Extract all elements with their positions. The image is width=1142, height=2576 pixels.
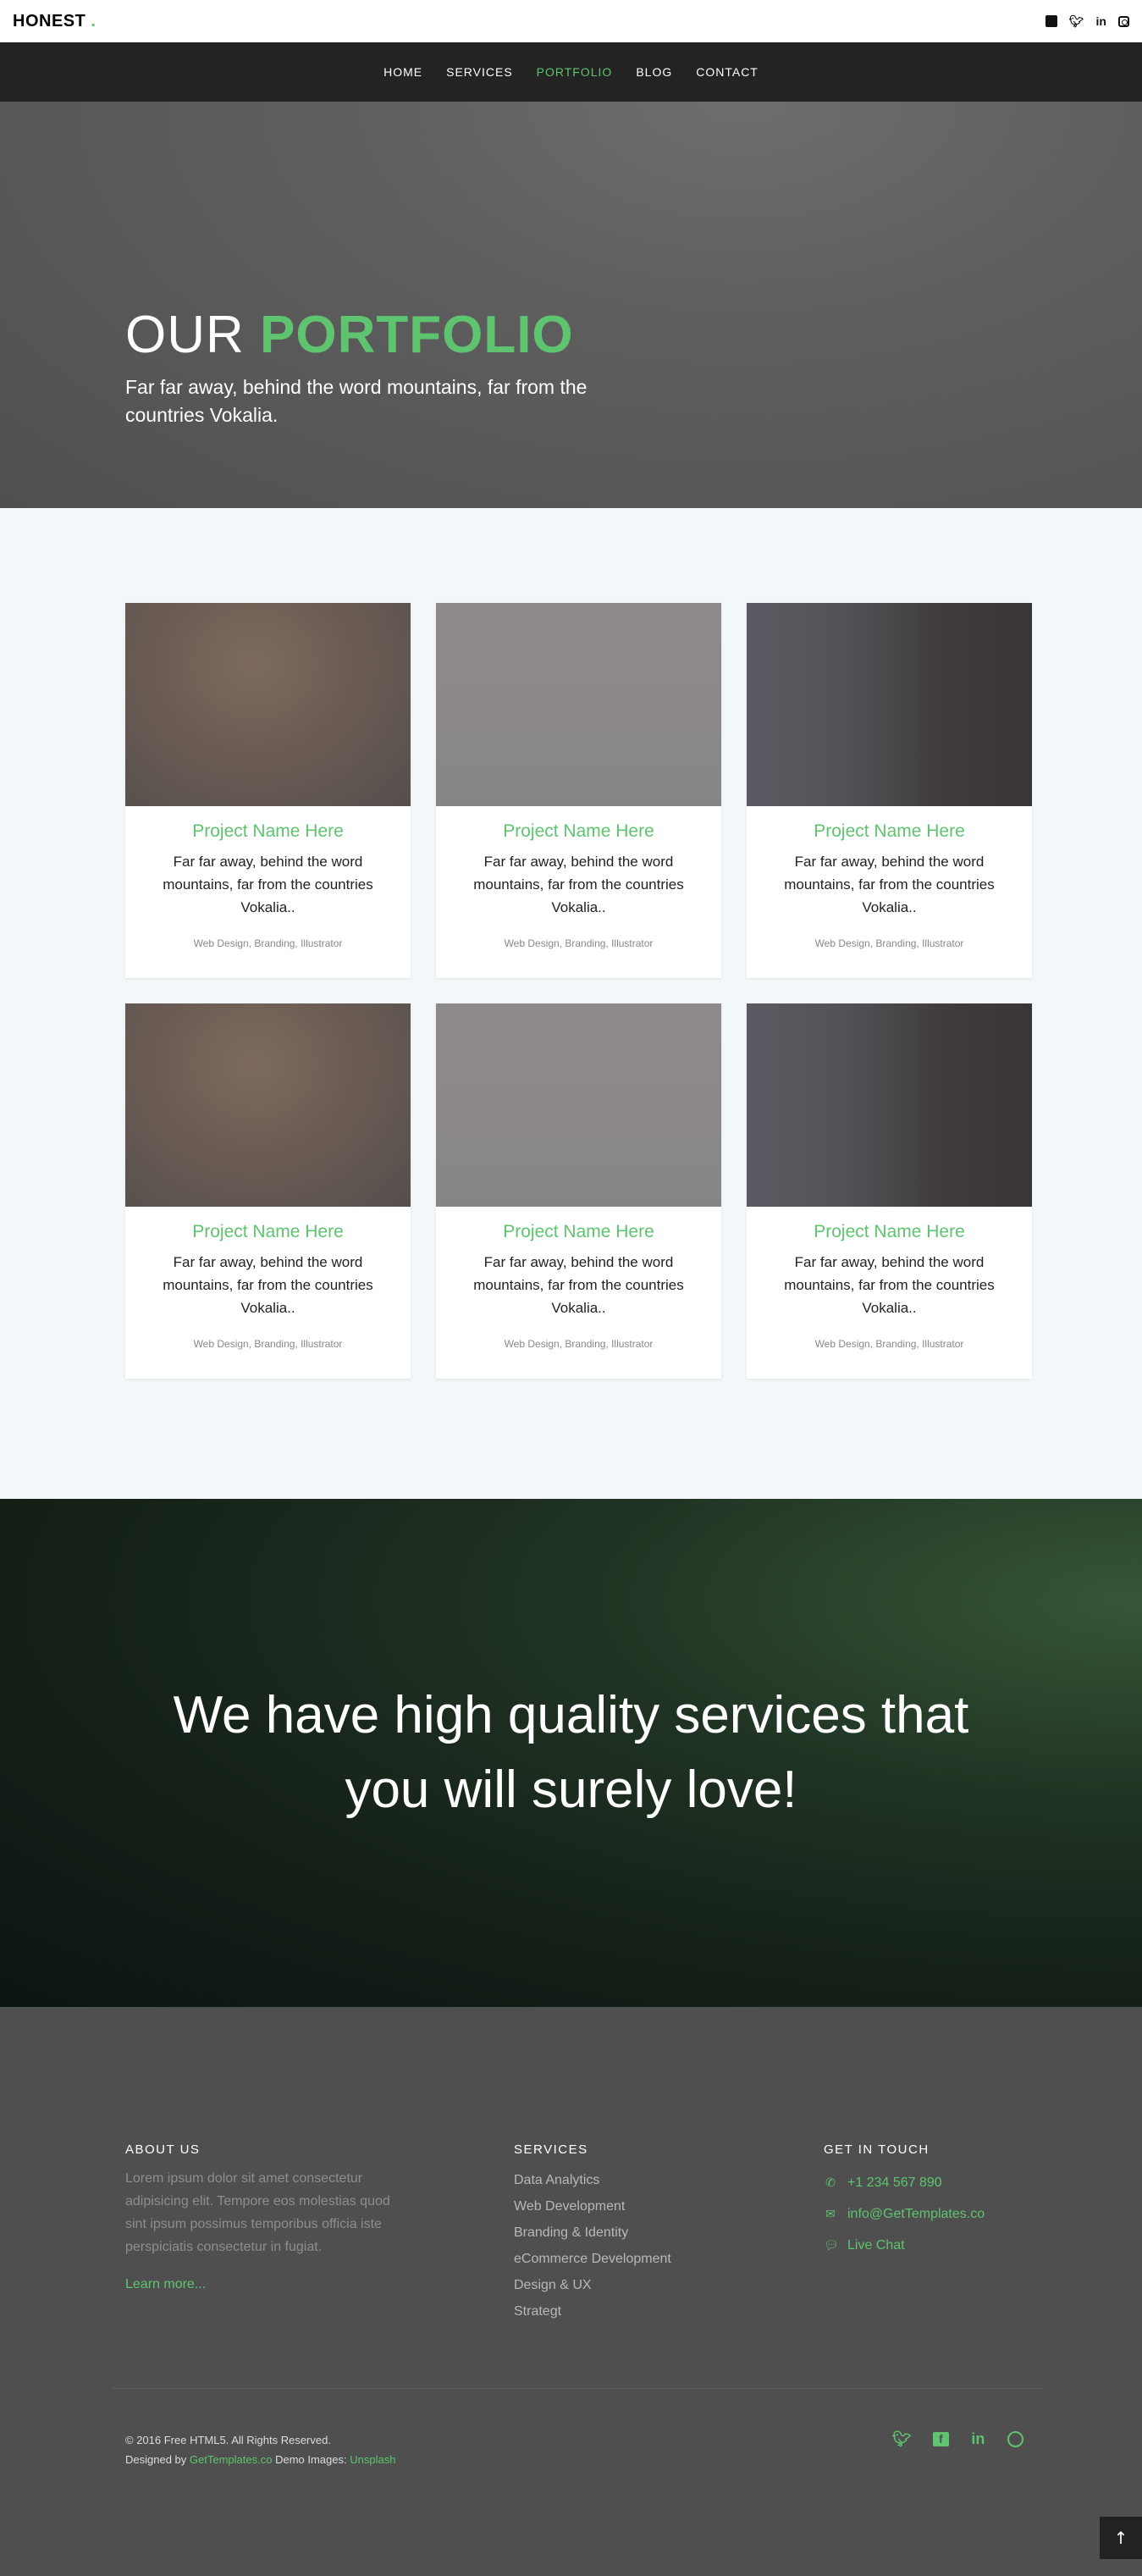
project-tags: Web Design, Branding, Illustrator [193,937,343,949]
hero-title-bold: PORTFOLIO [260,306,574,364]
copyright-text: © 2016 Free HTML5. All Rights Reserved. [125,2434,331,2446]
project-card[interactable]: Project Name Here Far far away, behind t… [747,1003,1032,1379]
project-tags: Web Design, Branding, Illustrator [814,1338,964,1350]
brand-name: HONEST [13,11,86,30]
band-heading: We have high quality services that you w… [173,1686,969,1819]
twitter-icon[interactable]: 🐦︎ [892,2430,912,2448]
nav-contact[interactable]: CONTACT [684,65,770,79]
project-name[interactable]: Project Name Here [747,821,1032,842]
service-item[interactable]: Design & UX [514,2272,671,2298]
services-heading: SERVICES [514,2142,588,2157]
project-description: Far far away, behind the word mountains,… [784,854,995,915]
designed-by-link[interactable]: GetTemplates.co [190,2453,273,2466]
project-tags: Web Design, Branding, Illustrator [504,937,654,949]
top-social-links: f 🐦︎ in [1045,14,1129,29]
project-image[interactable] [436,603,721,806]
learn-more-link[interactable]: Learn more... [125,2277,413,2292]
project-name[interactable]: Project Name Here [125,1222,411,1242]
hero-content: OUR PORTFOLIO Far far away, behind the w… [125,309,599,429]
footer-services: SERVICES Data Analytics Web Development … [514,2142,671,2324]
service-item[interactable]: Strategt [514,2298,671,2324]
email-address: info@GetTemplates.co [847,2207,985,2221]
project-card[interactable]: Project Name Here Far far away, behind t… [436,603,721,978]
hero-section: OUR PORTFOLIO Far far away, behind the w… [0,102,1142,508]
services-quote-band: We have high quality services that you w… [0,1499,1142,2007]
project-name[interactable]: Project Name Here [747,1222,1032,1242]
credits-line: Designed by GetTemplates.co Demo Images:… [125,2450,395,2469]
project-card[interactable]: Project Name Here Far far away, behind t… [125,1003,411,1379]
project-tags: Web Design, Branding, Illustrator [193,1338,343,1350]
project-image[interactable] [125,603,411,806]
hero-subtitle: Far far away, behind the word mountains,… [125,376,588,426]
footer-contact: GET IN TOUCH ✆ +1 234 567 890 ✉ info@GetTe… [824,2142,985,2261]
service-item[interactable]: Branding & Identity [514,2219,671,2246]
project-description: Far far away, behind the word mountains,… [473,1254,684,1316]
project-card[interactable]: Project Name Here Far far away, behind t… [747,603,1032,978]
service-item[interactable]: Web Development [514,2193,671,2219]
copyright-block: © 2016 Free HTML5. All Rights Reserved. … [125,2430,395,2469]
nav-blog[interactable]: BLOG [624,65,684,79]
mail-icon: ✉ [825,2207,836,2220]
project-name[interactable]: Project Name Here [436,821,721,842]
services-list: Data Analytics Web Development Branding … [514,2167,671,2324]
project-image[interactable] [125,1003,411,1207]
nav-portfolio[interactable]: PORTFOLIO [525,65,625,79]
brand-logo[interactable]: HONEST . [13,12,96,31]
hero-title: OUR PORTFOLIO [125,309,599,362]
hero-title-light: OUR [125,306,245,364]
phone-row[interactable]: ✆ +1 234 567 890 [824,2167,985,2198]
project-description: Far far away, behind the word mountains,… [163,854,373,915]
back-to-top-button[interactable]: ↑ [1100,2517,1142,2559]
project-description: Far far away, behind the word mountains,… [163,1254,373,1316]
project-card[interactable]: Project Name Here Far far away, behind t… [125,603,411,978]
twitter-icon[interactable]: 🐦︎ [1069,14,1084,29]
project-image[interactable] [436,1003,721,1207]
project-name[interactable]: Project Name Here [125,821,411,842]
linkedin-icon[interactable]: in [1096,14,1106,28]
site-footer: ABOUT US Lorem ipsum dolor sit amet cons… [0,2007,1142,2576]
project-tags: Web Design, Branding, Illustrator [504,1338,654,1350]
dribbble-icon[interactable] [1007,2431,1023,2447]
portfolio-section: Project Name Here Far far away, behind t… [0,508,1142,1499]
designed-prefix: Designed by [125,2453,187,2466]
about-text: Lorem ipsum dolor sit amet consectetur a… [125,2171,390,2254]
email-row[interactable]: ✉ info@GetTemplates.co [824,2198,985,2230]
contact-heading: GET IN TOUCH [824,2142,930,2157]
facebook-icon[interactable]: f [932,2432,949,2446]
live-chat-label: Live Chat [847,2238,905,2253]
top-bar: HONEST . f 🐦︎ in [0,0,1142,42]
phone-icon: ✆ [825,2175,836,2189]
main-nav: HOME SERVICES PORTFOLIO BLOG CONTACT [0,42,1142,102]
phone-number: +1 234 567 890 [847,2175,942,2190]
footer-about: ABOUT US Lorem ipsum dolor sit amet cons… [125,2142,413,2292]
project-name[interactable]: Project Name Here [436,1222,721,1242]
project-image[interactable] [747,603,1032,806]
unsplash-link[interactable]: Unsplash [350,2453,395,2466]
project-description: Far far away, behind the word mountains,… [784,1254,995,1316]
chat-row[interactable]: 💬︎ Live Chat [824,2230,985,2261]
project-card[interactable]: Project Name Here Far far away, behind t… [436,1003,721,1379]
portfolio-grid: Project Name Here Far far away, behind t… [125,603,1032,1379]
project-tags: Web Design, Branding, Illustrator [814,937,964,949]
linkedin-icon[interactable]: in [970,2430,986,2448]
nav-home[interactable]: HOME [372,65,434,79]
arrow-up-icon: ↑ [1113,2528,1128,2548]
project-description: Far far away, behind the word mountains,… [473,854,684,915]
service-item[interactable]: Data Analytics [514,2167,671,2193]
service-item[interactable]: eCommerce Development [514,2246,671,2272]
brand-dot: . [91,11,97,30]
footer-divider [112,2388,1043,2389]
chat-icon: 💬︎ [824,2238,839,2252]
nav-services[interactable]: SERVICES [434,65,525,79]
instagram-icon[interactable] [1118,15,1129,27]
facebook-icon[interactable]: f [1045,15,1057,27]
demo-prefix: Demo Images: [275,2453,347,2466]
project-image[interactable] [747,1003,1032,1207]
about-heading: ABOUT US [125,2142,201,2157]
footer-social-links: 🐦︎ f in [892,2430,1023,2448]
